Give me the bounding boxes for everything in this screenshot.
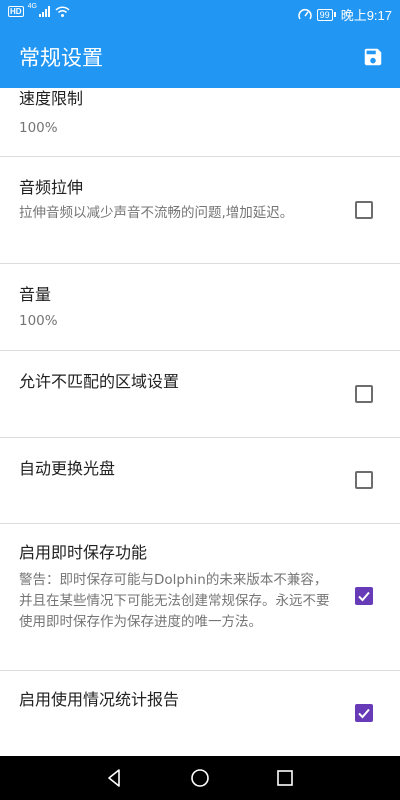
back-icon[interactable] bbox=[104, 767, 126, 789]
battery-level: 99 bbox=[316, 8, 333, 21]
save-icon bbox=[364, 48, 382, 66]
setting-summary: 拉伸音频以减少声音不流畅的问题,增加延迟。 bbox=[19, 205, 294, 221]
status-right: 99 晚上9:17 bbox=[297, 5, 392, 24]
status-left: HD 4G bbox=[8, 3, 70, 17]
recents-icon[interactable] bbox=[274, 767, 296, 789]
setting-allow-region-mismatch[interactable]: 允许不匹配的区域设置 bbox=[0, 351, 400, 438]
setting-title: 启用使用情况统计报告 bbox=[19, 690, 180, 709]
signal-icon bbox=[38, 6, 50, 17]
setting-volume[interactable]: 音量 100% bbox=[0, 264, 400, 351]
savestates-checkbox[interactable] bbox=[355, 587, 373, 605]
setting-audio-stretch[interactable]: 音频拉伸 拉伸音频以减少声音不流畅的问题,增加延迟。 bbox=[0, 157, 400, 264]
setting-savestates[interactable]: 启用即时保存功能 警告：即时保存可能与Dolphin的未来版本不兼容，并且在某些… bbox=[0, 524, 400, 671]
auto-disc-change-checkbox[interactable] bbox=[355, 471, 373, 489]
hd-badge: HD bbox=[8, 6, 24, 17]
home-icon[interactable] bbox=[189, 767, 211, 789]
setting-title: 允许不匹配的区域设置 bbox=[19, 372, 180, 391]
wifi-icon bbox=[55, 6, 70, 17]
setting-summary: 警告：即时保存可能与Dolphin的未来版本不兼容，并且在某些情况下可能无法创建… bbox=[19, 572, 330, 630]
check-icon bbox=[358, 708, 370, 719]
setting-title: 音频拉伸 bbox=[19, 178, 84, 197]
nav-bar bbox=[0, 756, 400, 800]
status-bar: HD 4G 99 晚上9:17 bbox=[0, 0, 400, 28]
setting-summary: 100% bbox=[19, 313, 58, 329]
check-icon bbox=[358, 591, 370, 602]
audio-stretch-checkbox[interactable] bbox=[355, 201, 373, 219]
page-title: 常规设置 bbox=[19, 46, 103, 70]
setting-auto-disc-change[interactable]: 自动更换光盘 bbox=[0, 438, 400, 524]
setting-title: 启用即时保存功能 bbox=[19, 543, 148, 562]
setting-title: 自动更换光盘 bbox=[19, 459, 116, 478]
analytics-checkbox[interactable] bbox=[355, 704, 373, 722]
settings-list: 速度限制 100% 音频拉伸 拉伸音频以减少声音不流畅的问题,增加延迟。 音量 … bbox=[0, 88, 400, 756]
setting-analytics[interactable]: 启用使用情况统计报告 bbox=[0, 671, 400, 756]
status-time: 晚上9:17 bbox=[340, 8, 392, 23]
region-mismatch-checkbox[interactable] bbox=[355, 385, 373, 403]
app-bar: 常规设置 bbox=[0, 28, 400, 88]
setting-title: 音量 bbox=[19, 285, 52, 304]
save-button[interactable] bbox=[360, 44, 386, 70]
battery-tip bbox=[333, 12, 336, 17]
speedometer-icon bbox=[297, 8, 312, 19]
setting-speed-limit[interactable]: 速度限制 100% bbox=[0, 88, 400, 157]
battery-indicator: 99 bbox=[316, 8, 336, 21]
network-type: 4G bbox=[27, 3, 37, 10]
setting-summary: 100% bbox=[19, 120, 58, 136]
setting-title: 速度限制 bbox=[19, 89, 84, 108]
